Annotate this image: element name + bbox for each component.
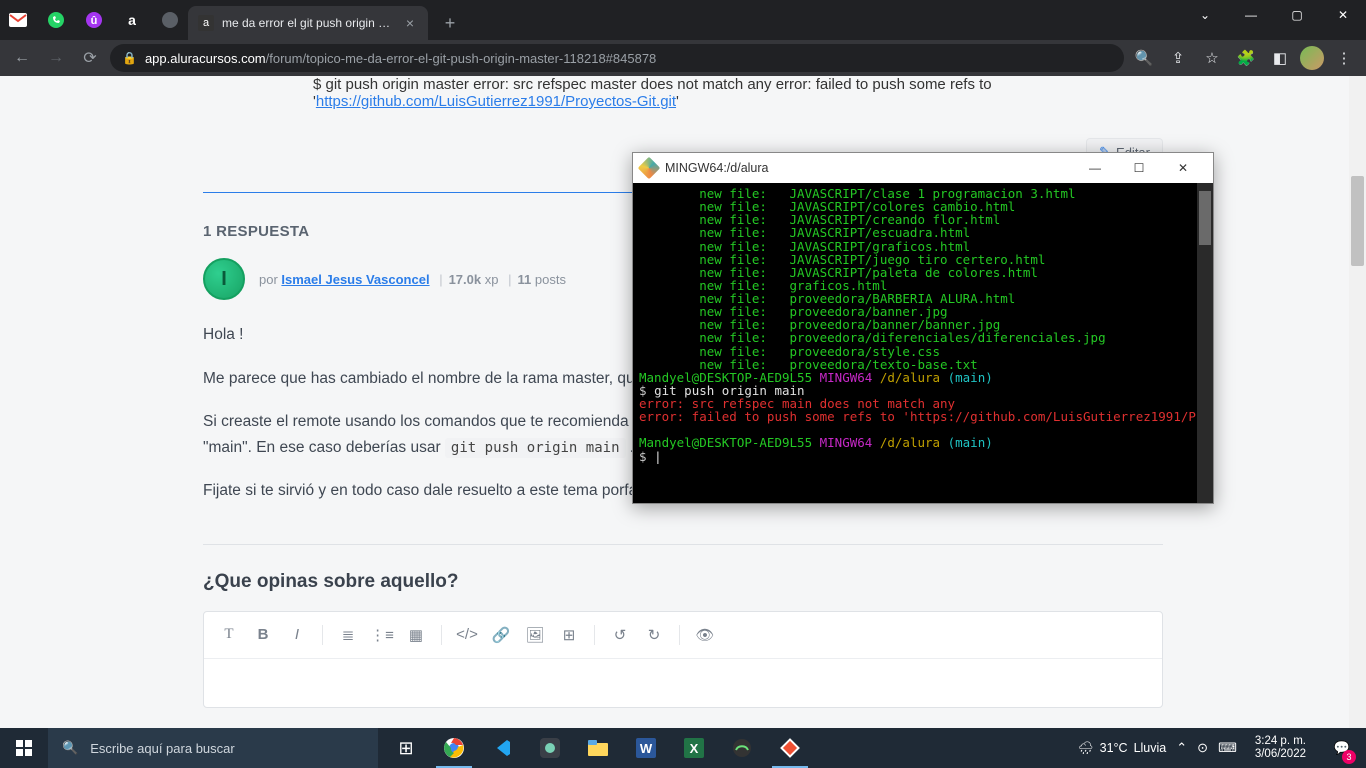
search-icon: 🔍 <box>62 740 78 756</box>
pinned-gmail-icon[interactable] <box>8 10 28 30</box>
tool-quote[interactable]: ⊞ <box>554 620 584 650</box>
tab-close-icon[interactable]: × <box>402 15 418 31</box>
terminal-app-icon <box>638 157 661 180</box>
extensions-icon[interactable]: 🧩 <box>1232 44 1260 72</box>
separator <box>441 625 442 645</box>
lock-icon: 🔒 <box>122 51 137 65</box>
chevron-down-icon[interactable]: ⌄ <box>1182 0 1228 30</box>
system-tray: 🌧 31°C Lluvia ⌃ ⊙ ⌨ 3:24 p. m. 3/06/2022… <box>1078 728 1366 768</box>
svg-text:X: X <box>690 741 699 756</box>
terminal-window: MINGW64:/d/alura — ☐ ✕ new file: JAVASCR… <box>632 152 1214 504</box>
zoom-icon[interactable]: 🔍 <box>1130 44 1158 72</box>
terminal-maximize-icon[interactable]: ☐ <box>1117 154 1161 182</box>
terminal-close-icon[interactable]: ✕ <box>1161 154 1205 182</box>
windows-taskbar: 🔍 Escribe aquí para buscar ⊞ W X 🌧 31°C … <box>0 728 1366 768</box>
notifications-icon[interactable]: 💬3 <box>1324 728 1360 768</box>
reply-editor: T B I ≣ ⋮≡ ▦ </> 🔗 🖼 ⊞ ↺ ↻ 👁 <box>203 611 1163 708</box>
tool-ul[interactable]: ≣ <box>333 620 363 650</box>
task-view-icon[interactable]: ⊞ <box>382 728 430 768</box>
page-scrollbar[interactable] <box>1349 76 1366 728</box>
minimize-icon[interactable]: — <box>1228 0 1274 30</box>
pinned-tabs: û a <box>0 0 188 40</box>
tab-favicon-icon: a <box>198 15 214 31</box>
svg-text:û: û <box>91 15 98 27</box>
pinned-udemy-icon[interactable]: û <box>84 10 104 30</box>
taskbar-word-icon[interactable]: W <box>622 728 670 768</box>
window-controls: ⌄ — ▢ ✕ <box>1182 0 1366 40</box>
address-bar[interactable]: 🔒 app.aluracursos.com/forum/topico-me-da… <box>110 44 1124 72</box>
separator <box>679 625 680 645</box>
tool-preview[interactable]: 👁 <box>690 620 720 650</box>
scrollbar-thumb[interactable] <box>1351 176 1364 266</box>
tool-ol[interactable]: ⋮≡ <box>367 620 397 650</box>
taskbar-explorer-icon[interactable] <box>574 728 622 768</box>
bookmark-icon[interactable]: ☆ <box>1198 44 1226 72</box>
close-icon[interactable]: ✕ <box>1320 0 1366 30</box>
taskbar-nox-icon[interactable] <box>526 728 574 768</box>
editor-textarea[interactable] <box>204 659 1162 707</box>
answer-avatar[interactable]: I <box>203 258 245 300</box>
tool-italic[interactable]: I <box>282 620 312 650</box>
reply-heading: ¿Que opinas sobre aquello? <box>203 571 1163 593</box>
maximize-icon[interactable]: ▢ <box>1274 0 1320 30</box>
code-inline: git push origin main <box>445 438 626 458</box>
tool-bold[interactable]: B <box>248 620 278 650</box>
tool-table[interactable]: ▦ <box>401 620 431 650</box>
taskbar-chrome-icon[interactable] <box>430 728 478 768</box>
tray-chevron-icon[interactable]: ⌃ <box>1176 740 1187 756</box>
terminal-title: MINGW64:/d/alura <box>665 161 769 175</box>
terminal-scrollbar[interactable] <box>1197 183 1213 503</box>
terminal-minimize-icon[interactable]: — <box>1073 154 1117 182</box>
back-button[interactable]: ← <box>8 44 36 72</box>
divider <box>203 544 1163 545</box>
weather-widget[interactable]: 🌧 31°C Lluvia <box>1078 741 1166 756</box>
tool-undo[interactable]: ↺ <box>605 620 635 650</box>
answer-meta: por Ismael Jesus Vasconcel |17.0k xp |11… <box>259 272 566 287</box>
taskbar-webex-icon[interactable] <box>718 728 766 768</box>
tool-redo[interactable]: ↻ <box>639 620 669 650</box>
reload-button[interactable]: ⟳ <box>76 44 104 72</box>
tab-title: me da error el git push origin ma <box>222 16 394 30</box>
terminal-titlebar[interactable]: MINGW64:/d/alura — ☐ ✕ <box>633 153 1213 183</box>
start-button[interactable] <box>0 728 48 768</box>
new-tab-button[interactable]: + <box>436 9 464 37</box>
sidepanel-icon[interactable]: ◧ <box>1266 44 1294 72</box>
taskbar-search[interactable]: 🔍 Escribe aquí para buscar <box>48 728 378 768</box>
terminal-scrollbar-thumb[interactable] <box>1199 191 1211 245</box>
tray-meet-icon[interactable]: ⊙ <box>1197 740 1208 756</box>
menu-icon[interactable]: ⋮ <box>1330 44 1358 72</box>
taskbar-clock[interactable]: 3:24 p. m. 3/06/2022 <box>1247 735 1314 761</box>
share-icon[interactable]: ⇪ <box>1164 44 1192 72</box>
taskbar-vscode-icon[interactable] <box>478 728 526 768</box>
browser-toolbar: ← → ⟳ 🔒 app.aluracursos.com/forum/topico… <box>0 40 1366 76</box>
separator <box>322 625 323 645</box>
search-placeholder: Escribe aquí para buscar <box>90 741 235 756</box>
browser-titlebar: û a a me da error el git push origin ma … <box>0 0 1366 40</box>
taskbar-gitbash-icon[interactable] <box>766 728 814 768</box>
answer-author-link[interactable]: Ismael Jesus Vasconcel <box>281 272 429 287</box>
pinned-github-icon[interactable] <box>160 10 180 30</box>
svg-text:W: W <box>640 741 653 756</box>
taskbar-excel-icon[interactable]: X <box>670 728 718 768</box>
profile-avatar[interactable] <box>1300 46 1324 70</box>
forward-button[interactable]: → <box>42 44 70 72</box>
question-link[interactable]: https://github.com/LuisGutierrez1991/Pro… <box>316 93 676 110</box>
tool-heading[interactable]: T <box>214 620 244 650</box>
terminal-body[interactable]: new file: JAVASCRIPT/clase 1 programacio… <box>633 183 1213 503</box>
editor-toolbar: T B I ≣ ⋮≡ ▦ </> 🔗 🖼 ⊞ ↺ ↻ 👁 <box>204 612 1162 659</box>
tool-link[interactable]: 🔗 <box>486 620 516 650</box>
pinned-alura-icon[interactable]: a <box>122 10 142 30</box>
url-text: app.aluracursos.com/forum/topico-me-da-e… <box>145 51 656 66</box>
separator <box>594 625 595 645</box>
tool-code[interactable]: </> <box>452 620 482 650</box>
tool-image[interactable]: 🖼 <box>520 620 550 650</box>
browser-tab[interactable]: a me da error el git push origin ma × <box>188 6 428 40</box>
pinned-whatsapp-icon[interactable] <box>46 10 66 30</box>
tray-keyboard-icon[interactable]: ⌨ <box>1218 740 1237 756</box>
weather-icon: 🌧 <box>1078 741 1094 756</box>
